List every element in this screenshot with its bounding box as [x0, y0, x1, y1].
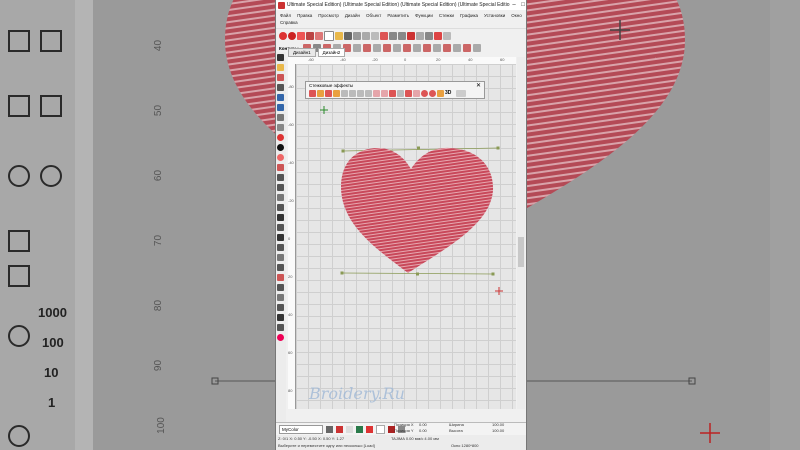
- watermark-logo: Broidery.Ru: [309, 384, 405, 403]
- status-coordinates: Z: 0/1 X: 0.50 Y: -0.50 X: 0.50 Y: 1.27: [278, 436, 345, 441]
- color-swatch[interactable]: [346, 425, 353, 433]
- origin-marker-icon: [320, 106, 328, 114]
- width-value[interactable]: 100.00: [492, 422, 504, 427]
- app-window: Ultimate Special Edition) (Ultimate Spec…: [275, 0, 527, 450]
- status-window-size: Окно 1280*800: [451, 443, 479, 448]
- color-swatch[interactable]: [326, 425, 333, 433]
- status-hint: Выберите и переместите одну или нескольк…: [278, 443, 375, 448]
- color-selector[interactable]: MyColor: [279, 424, 323, 434]
- height-label: Высота: [449, 428, 463, 433]
- position-panel: Позиция X 0.00 Позиция Y 0.00 Ширина 100…: [394, 421, 519, 435]
- pos-y-value[interactable]: 0.00: [419, 428, 427, 433]
- color-swatch[interactable]: [366, 425, 373, 433]
- color-swatch[interactable]: [356, 425, 363, 433]
- pos-x-label: Позиция X: [394, 422, 414, 427]
- status-machine: TAJIMA 0.00 мм/с 4.00 мм: [391, 436, 439, 441]
- status-bar: Z: 0/1 X: 0.50 Y: -0.50 X: 0.50 Y: 1.27 …: [276, 435, 526, 450]
- color-swatch[interactable]: [336, 425, 343, 433]
- height-value[interactable]: 100.00: [492, 428, 504, 433]
- width-label: Ширина: [449, 422, 464, 427]
- pos-y-label: Позиция Y: [394, 428, 414, 433]
- color-swatch[interactable]: [376, 424, 385, 434]
- pos-x-value[interactable]: 0.00: [419, 422, 427, 427]
- end-marker-icon: [495, 287, 503, 295]
- embroidery-heart[interactable]: [338, 145, 498, 275]
